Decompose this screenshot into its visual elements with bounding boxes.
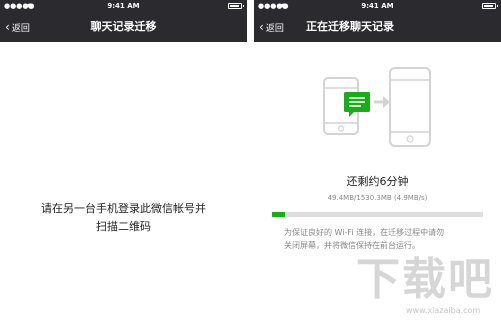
nav-bar: ‹ 返回 聊天记录迁移 <box>0 12 247 42</box>
watermark-logo: 下载吧 <box>356 254 494 305</box>
progress-bar-fill <box>272 212 285 217</box>
progress-bar <box>272 212 483 217</box>
hint-line-2: 关闭屏幕，并将微信保持在前台运行。 <box>284 241 420 250</box>
back-button[interactable]: ‹ 返回 <box>259 12 284 42</box>
site-watermark: 下载吧 www.xiazaiba.com <box>356 254 501 321</box>
status-time: 9:41 AM <box>361 2 394 10</box>
page-title: 聊天记录迁移 <box>90 20 157 33</box>
page-title: 正在迁移聊天记录 <box>306 20 394 33</box>
instruction-line-2: 扫描二维码 <box>96 220 151 233</box>
hint-line-1: 为保证良好的 Wi-Fi 连接，在迁移过程中请勿 <box>284 228 445 237</box>
status-time: 9:41 AM <box>107 2 140 10</box>
wifi-hint: 为保证良好的 Wi-Fi 连接，在迁移过程中请勿 关闭屏幕，并将微信保持在前台运… <box>284 226 474 252</box>
screen-qr-prompt: ●●●●● 9:41 AM ‹ 返回 聊天记录迁移 请在另一台手机登录此微信帐号并… <box>0 0 247 321</box>
battery-icon <box>228 3 244 9</box>
arrow-right-icon <box>374 96 390 108</box>
migration-illustration <box>323 67 431 147</box>
transfer-progress-text: 49.4MB/1530.3MB (4.9MB/s) <box>327 194 428 202</box>
back-label: 返回 <box>265 24 284 34</box>
status-bar: ●●●●● 9:41 AM <box>0 0 247 12</box>
status-bar: ●●●●● 9:41 AM <box>254 0 501 12</box>
nav-bar: ‹ 返回 正在迁移聊天记录 <box>254 12 501 42</box>
instruction-line-1: 请在另一台手机登录此微信帐号并 <box>41 202 206 215</box>
time-remaining: 还剩约6分钟 <box>346 175 409 188</box>
battery-icon <box>482 3 498 9</box>
screen-divider <box>247 0 254 321</box>
large-phone-icon <box>389 67 431 147</box>
chevron-left-icon: ‹ <box>259 20 264 34</box>
scan-instruction: 请在另一台手机登录此微信帐号并 扫描二维码 <box>0 200 247 236</box>
watermark-url: www.xiazaiba.com <box>406 306 481 315</box>
